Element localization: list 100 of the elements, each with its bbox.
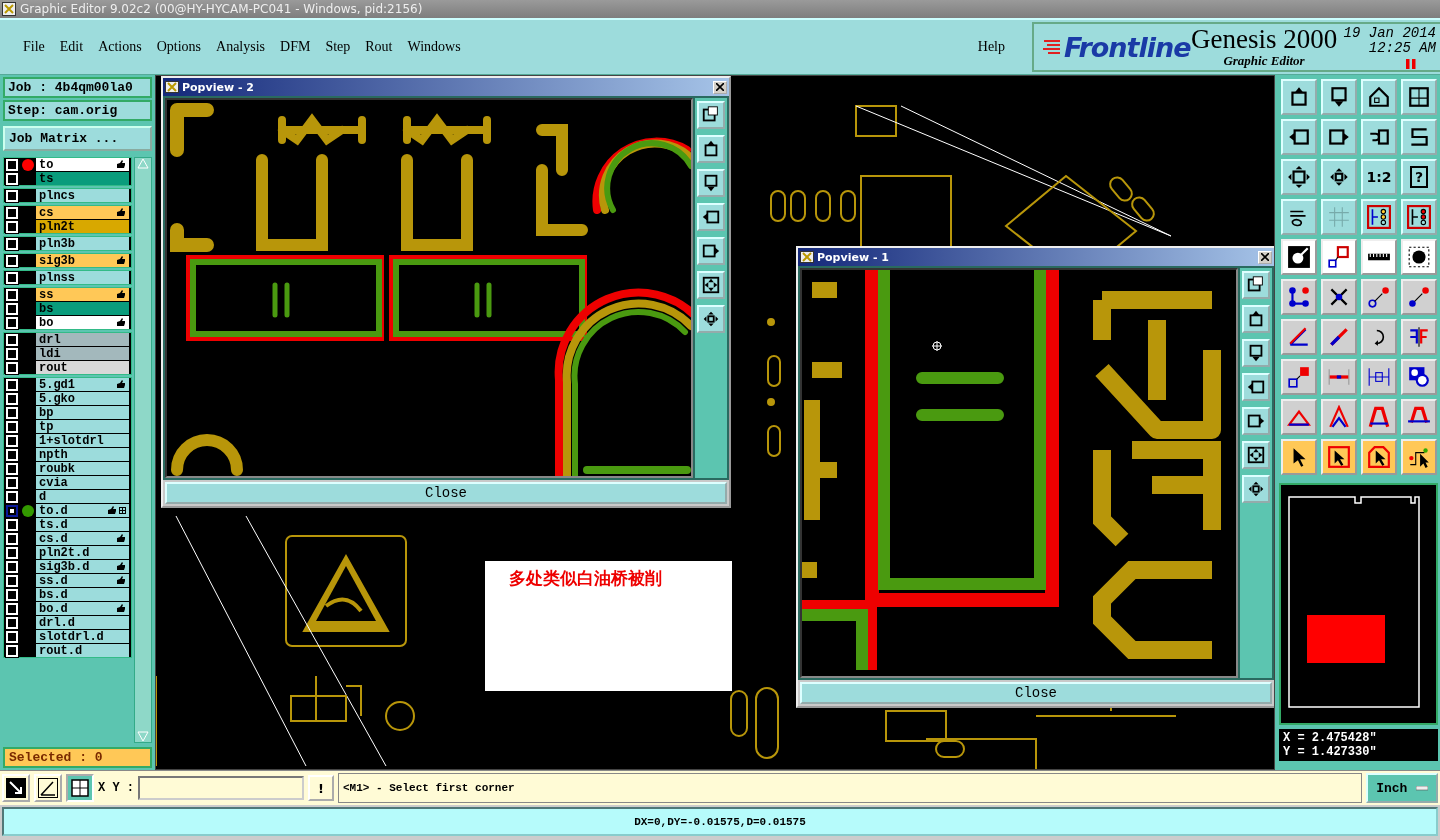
view-tool-button[interactable] (1242, 305, 1270, 333)
layer-row[interactable]: to.d (36, 504, 129, 517)
layer-row[interactable]: ts.d (36, 518, 129, 531)
toolbar-button[interactable] (1281, 159, 1317, 195)
layer-row[interactable]: pln2t (36, 220, 129, 233)
menu-item[interactable]: Analysis (209, 37, 273, 57)
layer-row[interactable]: drl.d (36, 616, 129, 629)
layer-row[interactable]: ts (36, 172, 129, 185)
toolbar-button[interactable] (1321, 279, 1357, 315)
toolbar-button[interactable] (1321, 159, 1357, 195)
layer-row[interactable]: ldi (36, 347, 129, 360)
toolbar-button[interactable] (1321, 399, 1357, 435)
view-tool-button[interactable] (697, 101, 725, 129)
layer-row[interactable]: bs.d (36, 588, 129, 601)
view-tool-button[interactable] (1242, 373, 1270, 401)
toolbar-button[interactable] (1361, 279, 1397, 315)
units-dropdown[interactable]: Inch (1366, 773, 1438, 803)
close-button[interactable] (1258, 250, 1272, 264)
layer-row[interactable]: drl (36, 333, 129, 346)
toolbar-button[interactable] (1401, 79, 1437, 115)
view-tool-button[interactable] (1242, 441, 1270, 469)
view-tool-button[interactable] (697, 135, 725, 163)
view-tool-button[interactable] (1242, 475, 1270, 503)
view-tool-button[interactable] (697, 169, 725, 197)
layer-row[interactable]: plnss (36, 271, 129, 284)
toolbar-button[interactable] (1361, 439, 1397, 475)
toolbar-button[interactable] (1401, 399, 1437, 435)
layer-row[interactable]: bo.d (36, 602, 129, 615)
menu-item[interactable]: Rout (358, 37, 400, 57)
view-tool-button[interactable] (1242, 407, 1270, 435)
help-menu[interactable]: Help (970, 37, 1012, 57)
layer-row[interactable]: roubk (36, 462, 129, 475)
layer-row[interactable]: to (36, 158, 129, 171)
toolbar-button[interactable] (1281, 79, 1317, 115)
toolbar-button[interactable] (1281, 399, 1317, 435)
layer-row[interactable]: cs (36, 206, 129, 219)
layer-row[interactable]: sig3b (36, 254, 129, 267)
layer-row[interactable]: 5.gko (36, 392, 129, 405)
toolbar-button[interactable] (1361, 79, 1397, 115)
toolbar-button[interactable] (1361, 359, 1397, 395)
layer-row[interactable]: sig3b.d (36, 560, 129, 573)
toolbar-button[interactable] (1321, 239, 1357, 275)
menu-item[interactable]: Actions (91, 37, 149, 57)
toolbar-button[interactable] (1401, 119, 1437, 155)
toolbar-button[interactable] (1321, 439, 1357, 475)
toolbar-button[interactable] (1361, 399, 1397, 435)
menu-item[interactable]: File (16, 37, 52, 57)
layer-row[interactable]: plncs (36, 189, 129, 202)
layer-row[interactable]: ss.d (36, 574, 129, 587)
job-matrix-button[interactable]: Job Matrix ... (3, 126, 152, 151)
layer-row[interactable]: cvia (36, 476, 129, 489)
layer-checkbox[interactable] (6, 504, 18, 517)
toolbar-button[interactable] (1321, 319, 1357, 355)
view-tool-button[interactable] (1242, 271, 1270, 299)
layer-row[interactable]: bo (36, 316, 129, 329)
layer-row[interactable]: pln3b (36, 237, 129, 250)
view-tool-button[interactable] (697, 203, 725, 231)
view-tool-button[interactable] (1242, 339, 1270, 367)
toolbar-button[interactable] (1281, 199, 1317, 235)
exclamation-button[interactable]: ! (308, 775, 334, 801)
toolbar-button[interactable] (1321, 119, 1357, 155)
layer-row[interactable]: npth (36, 448, 129, 461)
close-button[interactable] (713, 80, 727, 94)
layer-row[interactable]: slotdrl.d (36, 630, 129, 643)
toolbar-button[interactable] (1401, 359, 1437, 395)
layer-row[interactable]: bp (36, 406, 129, 419)
layer-row[interactable]: rout.d (36, 644, 129, 657)
layer-row[interactable]: bs (36, 302, 129, 315)
help-button[interactable]: ? (1401, 159, 1437, 195)
toolbar-button[interactable] (1361, 119, 1397, 155)
toolbar-button[interactable] (1401, 319, 1437, 355)
toolbar-button[interactable] (1321, 79, 1357, 115)
xy-input-field[interactable] (138, 776, 304, 800)
menu-item[interactable]: DFM (273, 37, 318, 57)
view-tool-button[interactable] (697, 271, 725, 299)
view-tool-button[interactable] (697, 305, 725, 333)
tool-button[interactable] (2, 774, 30, 802)
toolbar-button[interactable] (1361, 319, 1397, 355)
layer-row[interactable]: tp (36, 420, 129, 433)
toolbar-button[interactable] (1281, 239, 1317, 275)
menu-item[interactable]: Options (149, 37, 209, 57)
layer-row[interactable]: 5.gd1 (36, 378, 129, 391)
toolbar-button[interactable] (1401, 439, 1437, 475)
close-button[interactable]: Close (800, 682, 1272, 704)
layer-row[interactable]: pln2t.d (36, 546, 129, 559)
layer-row[interactable]: 1+slotdrl (36, 434, 129, 447)
toolbar-button[interactable] (1401, 279, 1437, 315)
toolbar-button[interactable] (1281, 319, 1317, 355)
tool-button[interactable] (66, 774, 94, 802)
toolbar-button[interactable] (1361, 239, 1397, 275)
menu-item[interactable]: Edit (52, 37, 91, 57)
close-button[interactable]: Close (165, 482, 727, 504)
toolbar-button[interactable] (1281, 439, 1317, 475)
menu-item[interactable]: Step (318, 37, 358, 57)
layer-row[interactable]: rout (36, 361, 129, 374)
toolbar-button[interactable] (1281, 279, 1317, 315)
layer-row[interactable]: d (36, 490, 129, 503)
layer-row[interactable]: ss (36, 288, 129, 301)
menu-item[interactable]: Windows (400, 37, 468, 57)
toolbar-button[interactable] (1401, 239, 1437, 275)
